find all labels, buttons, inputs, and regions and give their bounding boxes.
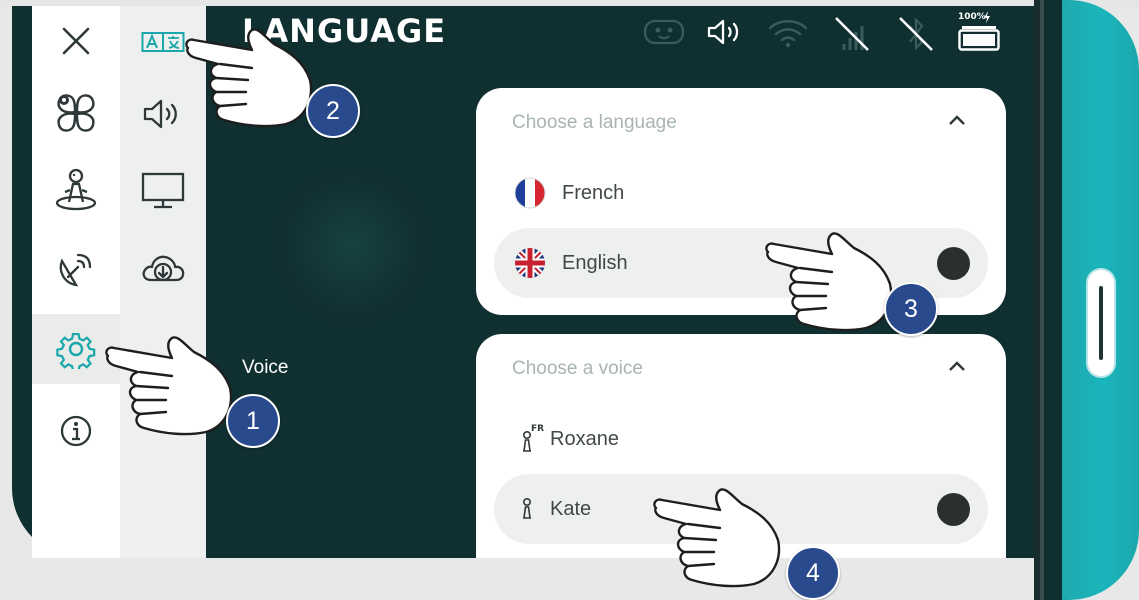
voice-tag-fr: FR bbox=[531, 424, 545, 434]
language-option-label: French bbox=[562, 181, 625, 204]
nav-item-apps[interactable] bbox=[32, 78, 120, 148]
apps-icon bbox=[57, 94, 95, 132]
subnav-item-display[interactable] bbox=[120, 154, 206, 226]
french-flag-icon bbox=[514, 177, 546, 209]
battery-icon bbox=[958, 26, 1000, 51]
language-select-title: Choose a language bbox=[512, 112, 677, 133]
volume-icon bbox=[707, 19, 739, 45]
wifi-icon bbox=[768, 20, 808, 48]
chevron-up-icon[interactable] bbox=[948, 114, 966, 126]
cloud-download-icon bbox=[142, 255, 185, 282]
battery-label: 100% bbox=[958, 12, 986, 22]
voice-fr-icon: FR bbox=[520, 424, 544, 454]
nav-item-robot[interactable] bbox=[32, 154, 120, 224]
close-icon bbox=[62, 27, 90, 55]
charging-icon bbox=[984, 11, 990, 23]
device-side-strip bbox=[1034, 0, 1139, 600]
callout-badge-4: 4 bbox=[786, 546, 840, 600]
callout-badge-1: 1 bbox=[226, 394, 280, 448]
main-nav bbox=[32, 6, 120, 558]
background-glow bbox=[242, 136, 462, 356]
device-side-rail bbox=[1040, 0, 1044, 600]
language-icon bbox=[141, 32, 185, 52]
language-option-label: English bbox=[562, 251, 628, 274]
close-button[interactable] bbox=[32, 6, 120, 76]
robot-face-icon bbox=[643, 19, 685, 45]
cellular-off-icon bbox=[835, 17, 869, 51]
selected-radio[interactable] bbox=[937, 247, 970, 280]
callout-badge-3: 3 bbox=[884, 282, 938, 336]
callout-badge-2: 2 bbox=[306, 84, 360, 138]
uk-flag-icon bbox=[515, 248, 545, 278]
chevron-up-icon[interactable] bbox=[948, 360, 966, 372]
language-option-french[interactable]: French bbox=[494, 158, 988, 228]
voice-option-label: Kate bbox=[550, 497, 592, 520]
device-frame: LANGUAGE 100% Voice Choose a language Fr… bbox=[0, 0, 1139, 600]
bluetooth-off-icon bbox=[899, 17, 933, 51]
subnav-item-update[interactable] bbox=[120, 234, 206, 306]
gear-icon bbox=[56, 332, 96, 369]
language-select-card: Choose a language French English bbox=[476, 88, 1006, 315]
speaker-icon bbox=[143, 99, 177, 129]
home-button[interactable] bbox=[1088, 270, 1114, 376]
selected-radio[interactable] bbox=[937, 493, 970, 526]
pointing-hand-icon bbox=[653, 488, 781, 588]
voice-option-roxane[interactable]: FR Roxane bbox=[494, 404, 988, 474]
voice-option-label: Roxane bbox=[550, 427, 619, 450]
nav-item-connectivity[interactable] bbox=[32, 234, 120, 304]
monitor-icon bbox=[141, 172, 185, 209]
voice-icon bbox=[522, 497, 532, 519]
robot-icon bbox=[55, 168, 97, 211]
satellite-icon bbox=[59, 253, 92, 287]
voice-select-title: Choose a voice bbox=[512, 358, 643, 379]
info-icon bbox=[60, 415, 92, 447]
